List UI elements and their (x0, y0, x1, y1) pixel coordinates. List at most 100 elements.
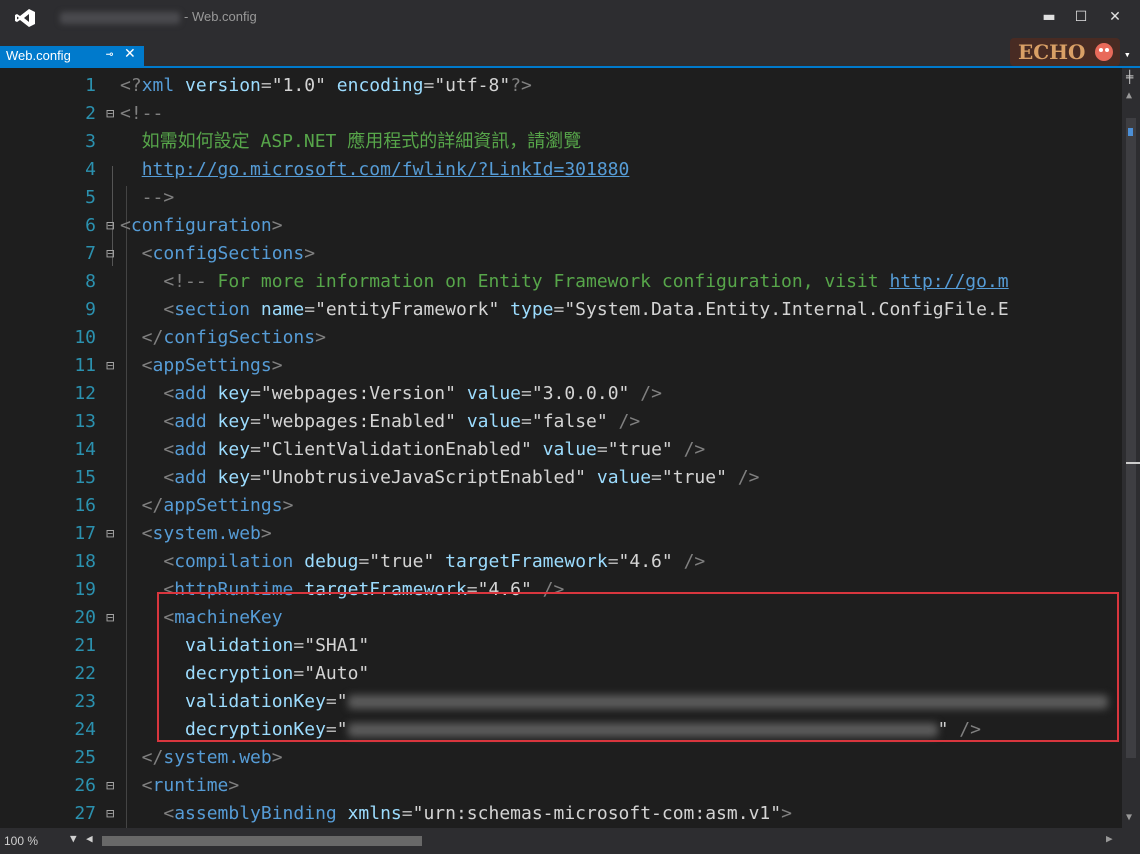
horizontal-scroll-thumb[interactable] (102, 836, 422, 846)
code-token: = (553, 299, 565, 320)
code-text: <appSettings> (120, 352, 283, 380)
collapse-fold-icon[interactable]: ⊟ (106, 212, 114, 240)
code-line[interactable]: 6 ⊟ <configuration> (0, 212, 1122, 240)
line-number: 2 (85, 103, 96, 124)
code-line[interactable]: 10 </configSections> (0, 324, 1122, 352)
code-text: <!-- For more information on Entity Fram… (120, 268, 1008, 296)
highlight-box-machinekey (157, 592, 1119, 742)
code-line[interactable]: 2 ⊟ <!-- (0, 100, 1122, 128)
code-link[interactable]: http://go.microsoft.com/fwlink/?LinkId=3… (142, 159, 630, 180)
code-text: <runtime> (120, 772, 240, 800)
code-line[interactable]: 13 <add key="webpages:Enabled" value="fa… (0, 408, 1122, 436)
collapse-fold-icon[interactable]: ⊟ (106, 352, 114, 380)
code-token: key (206, 467, 251, 488)
collapse-fold-icon[interactable]: ⊟ (106, 604, 114, 632)
code-token: = (304, 299, 316, 320)
code-token: "utf-8" (434, 75, 511, 96)
code-text: <add key="webpages:Enabled" value="false… (120, 408, 640, 436)
code-token: xmlns (336, 803, 402, 824)
tab-overflow-dropdown-icon[interactable]: ▾ (1124, 48, 1131, 61)
code-text: 如需如何設定 ASP.NET 應用程式的詳細資訊，請瀏覽 (120, 128, 582, 156)
code-line[interactable]: 14 <add key="ClientValidationEnabled" va… (0, 436, 1122, 464)
code-line[interactable]: 25 </system.web> (0, 744, 1122, 772)
scroll-down-arrow-icon[interactable]: ▼ (1126, 812, 1132, 823)
code-token: = (250, 411, 261, 432)
scroll-up-arrow-icon[interactable]: ▲ (1126, 90, 1132, 101)
collapse-fold-icon[interactable]: ⊟ (106, 240, 114, 268)
code-token: > (271, 215, 283, 236)
code-token: key (206, 439, 251, 460)
code-token: "false" (531, 411, 608, 432)
code-token: For more information on Entity Framework… (206, 271, 890, 292)
scroll-right-arrow-icon[interactable]: ▶ (1106, 832, 1113, 845)
code-token: "true" (661, 467, 727, 488)
code-token: < (120, 355, 153, 376)
minimize-button[interactable]: ▬ (1036, 6, 1062, 28)
tab-close-icon[interactable]: ✕ (124, 46, 136, 62)
code-token: debug (293, 551, 359, 572)
code-line[interactable]: 15 <add key="UnobtrusiveJavaScriptEnable… (0, 464, 1122, 492)
code-token: = (250, 439, 261, 460)
zoom-dropdown-icon[interactable]: ▼ (70, 832, 77, 845)
code-token: system.web (163, 747, 272, 768)
code-token: section (174, 299, 251, 320)
code-token: = (423, 75, 435, 96)
collapse-fold-icon[interactable]: ⊟ (106, 100, 114, 128)
collapse-fold-icon[interactable]: ⊟ (106, 520, 114, 548)
code-line[interactable]: 17 ⊟ <system.web> (0, 520, 1122, 548)
code-line[interactable]: 18 <compilation debug="true" targetFrame… (0, 548, 1122, 576)
code-token: assemblyBinding (174, 803, 337, 824)
code-token: add (174, 411, 207, 432)
code-token: > (260, 523, 272, 544)
code-token: runtime (152, 775, 229, 796)
split-editor-icon[interactable]: ╪ (1126, 70, 1133, 84)
code-token: targetFramework (434, 551, 608, 572)
tab-web-config[interactable]: Web.config ⊸ ✕ (0, 46, 144, 66)
scroll-marker (1128, 128, 1133, 136)
code-token: key (206, 411, 251, 432)
code-text: http://go.microsoft.com/fwlink/?LinkId=3… (120, 156, 630, 184)
code-token: > (304, 243, 316, 264)
scroll-thumb[interactable] (1126, 118, 1136, 758)
code-line[interactable]: 16 </appSettings> (0, 492, 1122, 520)
code-token: = (401, 803, 413, 824)
pin-icon[interactable]: ⊸ (106, 47, 113, 61)
collapse-fold-icon[interactable]: ⊟ (106, 800, 114, 828)
code-token: "true" (607, 439, 673, 460)
code-token: < (120, 411, 175, 432)
collapse-fold-icon[interactable]: ⊟ (106, 772, 114, 800)
maximize-button[interactable]: ☐ (1068, 6, 1094, 28)
code-token: < (120, 551, 175, 572)
code-text: <add key="webpages:Version" value="3.0.0… (120, 380, 662, 408)
code-token: 如需如何設定 ASP.NET 應用程式的詳細資訊，請瀏覽 (120, 131, 582, 152)
code-line[interactable]: 1 <?xml version="1.0" encoding="utf-8"?> (0, 72, 1122, 100)
line-number: 8 (85, 271, 96, 292)
line-number: 6 (85, 215, 96, 236)
code-line[interactable]: 7 ⊟ <configSections> (0, 240, 1122, 268)
code-line[interactable]: 8 <!-- For more information on Entity Fr… (0, 268, 1122, 296)
code-token: > (781, 803, 792, 824)
zoom-level[interactable]: 100 % (4, 834, 38, 848)
code-line[interactable]: 27 ⊟ <assemblyBinding xmlns="urn:schemas-… (0, 800, 1122, 828)
code-link[interactable]: http://go.m (889, 271, 1008, 292)
close-window-button[interactable]: ✕ (1102, 6, 1128, 28)
code-token: version (174, 75, 261, 96)
scroll-left-arrow-icon[interactable]: ◀ (86, 832, 93, 845)
code-line[interactable]: 9 <section name="entityFramework" type="… (0, 296, 1122, 324)
code-line[interactable]: 12 <add key="webpages:Version" value="3.… (0, 380, 1122, 408)
code-line[interactable]: 5 --> (0, 184, 1122, 212)
code-token: "entityFramework" (315, 299, 500, 320)
code-line[interactable]: 26 ⊟ <runtime> (0, 772, 1122, 800)
vertical-scrollbar[interactable]: ╪ ▲ ▼ (1122, 68, 1140, 828)
code-text: <section name="entityFramework" type="Sy… (120, 296, 1008, 324)
code-token: value (531, 439, 597, 460)
tab-label: Web.config (6, 48, 71, 63)
code-text: <?xml version="1.0" encoding="utf-8"?> (120, 72, 532, 100)
code-line[interactable]: 3 如需如何設定 ASP.NET 應用程式的詳細資訊，請瀏覽 (0, 128, 1122, 156)
line-number: 5 (85, 187, 96, 208)
code-token: < (120, 803, 175, 824)
code-line[interactable]: 11 ⊟ <appSettings> (0, 352, 1122, 380)
code-line[interactable]: 4 http://go.microsoft.com/fwlink/?LinkId… (0, 156, 1122, 184)
code-token: appSettings (152, 355, 272, 376)
code-token: configSections (152, 243, 305, 264)
